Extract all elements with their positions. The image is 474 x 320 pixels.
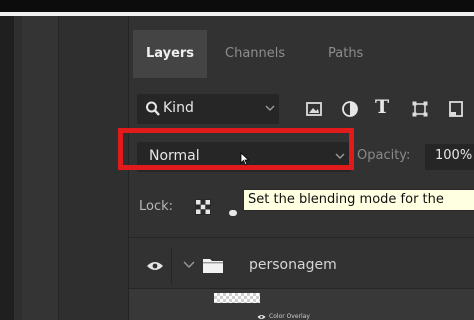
blend-mode-highlight-box [118,128,354,170]
layer-filter-row: Kind T [129,90,474,130]
tab-channels[interactable]: Channels [225,30,285,78]
smart-object-filter-icon[interactable] [447,100,465,118]
tab-paths[interactable]: Paths [328,30,363,78]
mouse-cursor-icon [240,152,250,166]
layer-row[interactable]: personagem [129,244,474,288]
sub-layer-row[interactable]: Color Overlay [129,289,474,320]
filter-kind-label: Kind [163,100,194,116]
effect-label: Color Overlay [269,313,310,320]
top-bar [0,0,474,12]
type-filter-icon[interactable]: T [375,96,393,118]
filter-kind-select[interactable]: Kind [137,94,279,124]
layer-name: personagem [249,257,337,273]
search-icon [146,101,160,116]
blend-mode-tooltip: Set the blending mode for the [243,189,474,211]
lock-label: Lock: [139,199,174,214]
adjustment-filter-icon[interactable] [341,100,359,118]
layer-thumbnail [214,293,260,303]
opacity-field[interactable]: 100% [425,144,474,170]
opacity-value: 100% [435,148,473,163]
image-filter-icon[interactable] [305,100,323,118]
left-panel-area [0,16,128,320]
folder-icon [203,259,223,273]
chevron-down-icon [265,105,275,111]
opacity-label: Opacity: [357,148,411,163]
chevron-down-icon[interactable] [183,260,195,269]
lock-transparent-pixels-icon[interactable] [195,199,211,215]
eye-icon[interactable] [146,260,164,272]
panel-tabs: Layers Channels Paths [129,30,474,78]
eye-icon[interactable] [257,314,266,320]
lock-image-pixels-icon[interactable] [229,210,237,216]
tab-layers[interactable]: Layers [133,30,207,78]
shape-filter-icon[interactable] [411,100,429,118]
